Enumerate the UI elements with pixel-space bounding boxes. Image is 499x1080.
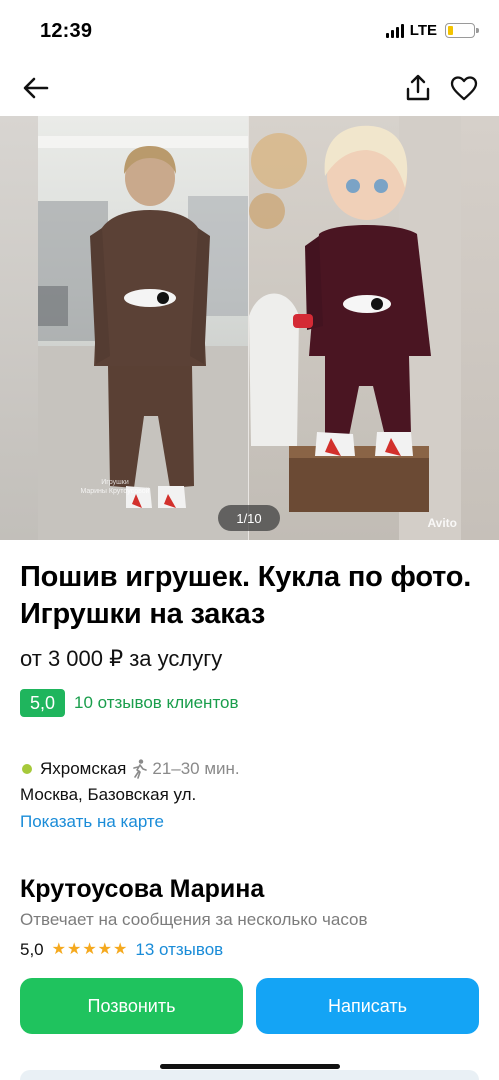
listing-title: Пошив игрушек. Кукла по фото. Игрушки на… — [20, 561, 472, 630]
seller-stars: ★ ★ ★ ★ ★ — [52, 942, 128, 958]
signal-icon — [385, 23, 404, 38]
doll-photo-illustration — [249, 116, 461, 540]
battery-icon — [445, 23, 479, 38]
metro-line-icon — [22, 764, 32, 774]
metro-info: Яхромская 21–30 мин. — [20, 757, 240, 781]
heart-icon — [450, 76, 478, 101]
reviews-link[interactable]: 10 отзывов клиентов — [74, 693, 239, 713]
call-button[interactable]: Позвонить — [20, 978, 243, 1034]
walk-icon — [132, 759, 148, 779]
photo-caption: Игрушки Марины Крутоусовой — [60, 478, 170, 496]
photo-counter: 1/10 — [218, 505, 280, 531]
rating-badge: 5,0 — [20, 689, 65, 717]
home-indicator — [160, 1064, 340, 1069]
favorite-button[interactable] — [444, 68, 484, 108]
back-arrow-icon — [23, 77, 49, 99]
photo-customer — [38, 116, 248, 540]
seller-score: 5,0 — [20, 940, 44, 959]
status-time: 12:39 — [40, 20, 93, 42]
star-icon: ★ — [51, 941, 66, 958]
walk-time: 21–30 мин. — [152, 759, 240, 778]
seller-rating: 5,0 ★ ★ ★ ★ ★ 13 отзывов — [20, 938, 223, 962]
customer-photo-illustration — [38, 136, 248, 540]
bottom-panel-edge — [20, 1070, 479, 1080]
share-button[interactable] — [398, 68, 438, 108]
address: Москва, Базовская ул. — [20, 785, 197, 804]
seller-name[interactable]: Крутоусова Марина — [20, 875, 264, 904]
photo-gallery[interactable]: Игрушки Марины Крутоусовой 1/10 Avito — [0, 116, 499, 540]
show-on-map-link[interactable]: Показать на карте — [20, 812, 164, 832]
avito-watermark: Avito — [427, 516, 457, 530]
star-icon: ★ — [113, 941, 128, 958]
status-indicators: LTE — [385, 22, 479, 39]
star-icon: ★ — [66, 941, 82, 958]
star-icon: ★ — [82, 941, 97, 958]
photo-caption-line2: Марины Крутоусовой — [80, 488, 150, 495]
seller-response-time: Отвечает на сообщения за несколько часов — [20, 910, 368, 929]
share-icon — [406, 74, 430, 101]
seller-reviews-link[interactable]: 13 отзывов — [135, 940, 223, 960]
metro-station: Яхромская — [40, 759, 127, 778]
photo-doll — [249, 116, 461, 540]
back-button[interactable] — [16, 68, 56, 108]
nav-bar — [0, 66, 499, 112]
write-button[interactable]: Написать — [256, 978, 479, 1034]
gallery-blur-left — [0, 116, 38, 540]
photo-caption-line1: Игрушки — [101, 479, 129, 486]
network-label: LTE — [409, 22, 437, 39]
star-icon: ★ — [97, 941, 113, 958]
gallery-blur-right — [461, 116, 499, 540]
listing-rating[interactable]: 5,0 10 отзывов клиентов — [20, 688, 239, 718]
listing-price: от 3 000 ₽ за услугу — [20, 646, 223, 671]
status-bar: 12:39 LTE — [0, 0, 499, 60]
